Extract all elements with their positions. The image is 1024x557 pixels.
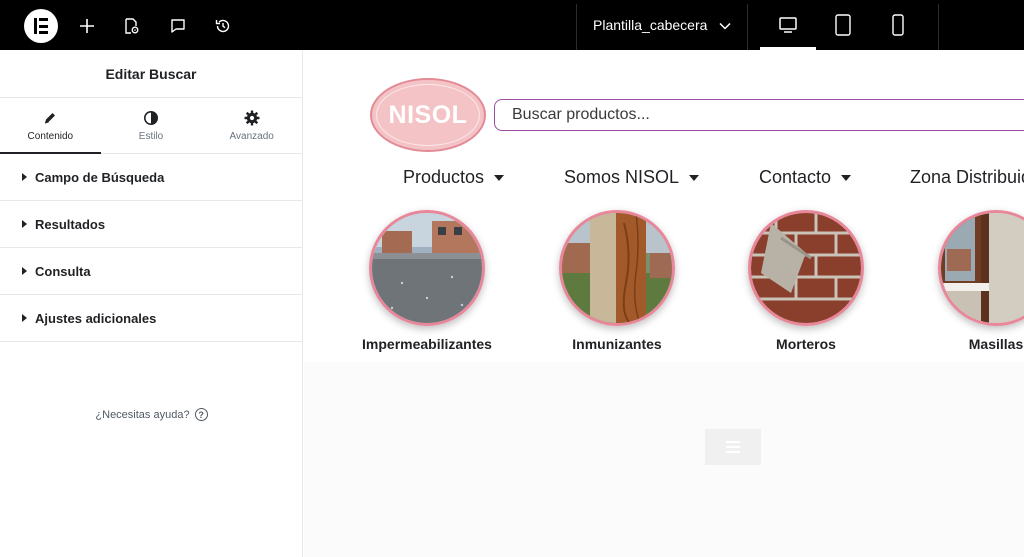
template-name: Plantilla_cabecera <box>593 17 708 33</box>
editor-topbar: Plantilla_cabecera <box>0 0 1024 50</box>
page-settings-icon[interactable] <box>121 16 141 36</box>
tab-estilo[interactable]: Estilo <box>101 98 202 153</box>
section-resultados[interactable]: Resultados <box>0 201 302 248</box>
category-masillas[interactable]: Masillas <box>926 210 1024 352</box>
caret-down-icon <box>689 174 700 181</box>
caret-right-icon <box>22 220 27 228</box>
help-text: ¿Necesitas ayuda? <box>95 408 190 421</box>
caret-right-icon <box>22 314 27 322</box>
category-inmunizantes[interactable]: Inmunizantes <box>547 210 687 352</box>
divider <box>938 4 939 50</box>
menu-item-contacto[interactable]: Contacto <box>759 167 852 188</box>
divider <box>747 4 748 50</box>
category-impermeabilizantes[interactable]: Impermeabilizantes <box>357 210 497 352</box>
half-circle-icon <box>143 109 159 127</box>
menu-item-zona-distribuidores[interactable]: Zona Distribuidores <box>910 167 1024 188</box>
caret-down-icon <box>494 174 505 181</box>
menu-item-somos-nisol[interactable]: Somos NISOL <box>564 167 700 188</box>
category-label: Morteros <box>776 336 836 352</box>
panel-tabs: Contenido Estilo Avanzado <box>0 98 302 154</box>
category-label: Masillas <box>968 336 1024 352</box>
tablet-icon[interactable] <box>815 0 871 50</box>
category-image <box>369 210 485 326</box>
question-icon: ? <box>194 408 208 421</box>
logo-text: NISOL <box>388 100 468 129</box>
pencil-icon <box>43 109 57 127</box>
menu-label: Zona Distribuidores <box>910 167 1024 187</box>
plus-icon[interactable] <box>77 16 97 36</box>
template-selector[interactable]: Plantilla_cabecera <box>577 0 747 50</box>
tab-label: Avanzado <box>229 131 274 142</box>
section-label: Resultados <box>35 216 106 232</box>
section-campo-busqueda[interactable]: Campo de Búsqueda <box>0 154 302 201</box>
category-image <box>559 210 675 326</box>
category-image <box>748 210 864 326</box>
menu-label: Somos NISOL <box>564 167 680 187</box>
section-ajustes-adicionales[interactable]: Ajustes adicionales <box>0 295 302 342</box>
section-consulta[interactable]: Consulta <box>0 248 302 295</box>
help-link[interactable]: ¿Necesitas ayuda? ? <box>0 408 303 421</box>
editor-panel: Editar Buscar Contenido Estilo Avanzado … <box>0 50 303 557</box>
chevron-down-icon <box>719 17 731 33</box>
preview-canvas: NISOL Productos Somos NISOL Contacto Zon… <box>304 50 1024 557</box>
search-input[interactable] <box>494 99 1024 131</box>
history-icon[interactable] <box>213 16 233 36</box>
panel-title: Editar Buscar <box>0 50 302 98</box>
desktop-icon[interactable] <box>760 0 816 50</box>
tab-avanzado[interactable]: Avanzado <box>201 98 302 153</box>
menu-label: Productos <box>403 167 485 187</box>
tab-contenido[interactable]: Contenido <box>0 98 101 154</box>
gear-icon <box>244 109 260 127</box>
empty-section-area <box>304 362 1024 557</box>
comments-icon[interactable] <box>168 16 188 36</box>
caret-down-icon <box>841 174 852 181</box>
section-drag-handle-icon[interactable] <box>705 429 761 465</box>
menu-item-productos[interactable]: Productos <box>403 167 505 188</box>
category-morteros[interactable]: Morteros <box>736 210 876 352</box>
section-label: Consulta <box>35 263 91 279</box>
nisol-logo[interactable]: NISOL <box>370 78 486 152</box>
category-image <box>938 210 1024 326</box>
section-label: Campo de Búsqueda <box>35 169 165 185</box>
category-label: Impermeabilizantes <box>362 336 492 352</box>
tab-label: Contenido <box>27 131 74 142</box>
elementor-logo-icon[interactable] <box>24 9 58 43</box>
tab-label: Estilo <box>138 131 164 142</box>
caret-right-icon <box>22 267 27 275</box>
menu-label: Contacto <box>759 167 832 187</box>
caret-right-icon <box>22 173 27 181</box>
mobile-icon[interactable] <box>870 0 926 50</box>
category-label: Inmunizantes <box>572 336 662 352</box>
section-label: Ajustes adicionales <box>35 310 157 326</box>
